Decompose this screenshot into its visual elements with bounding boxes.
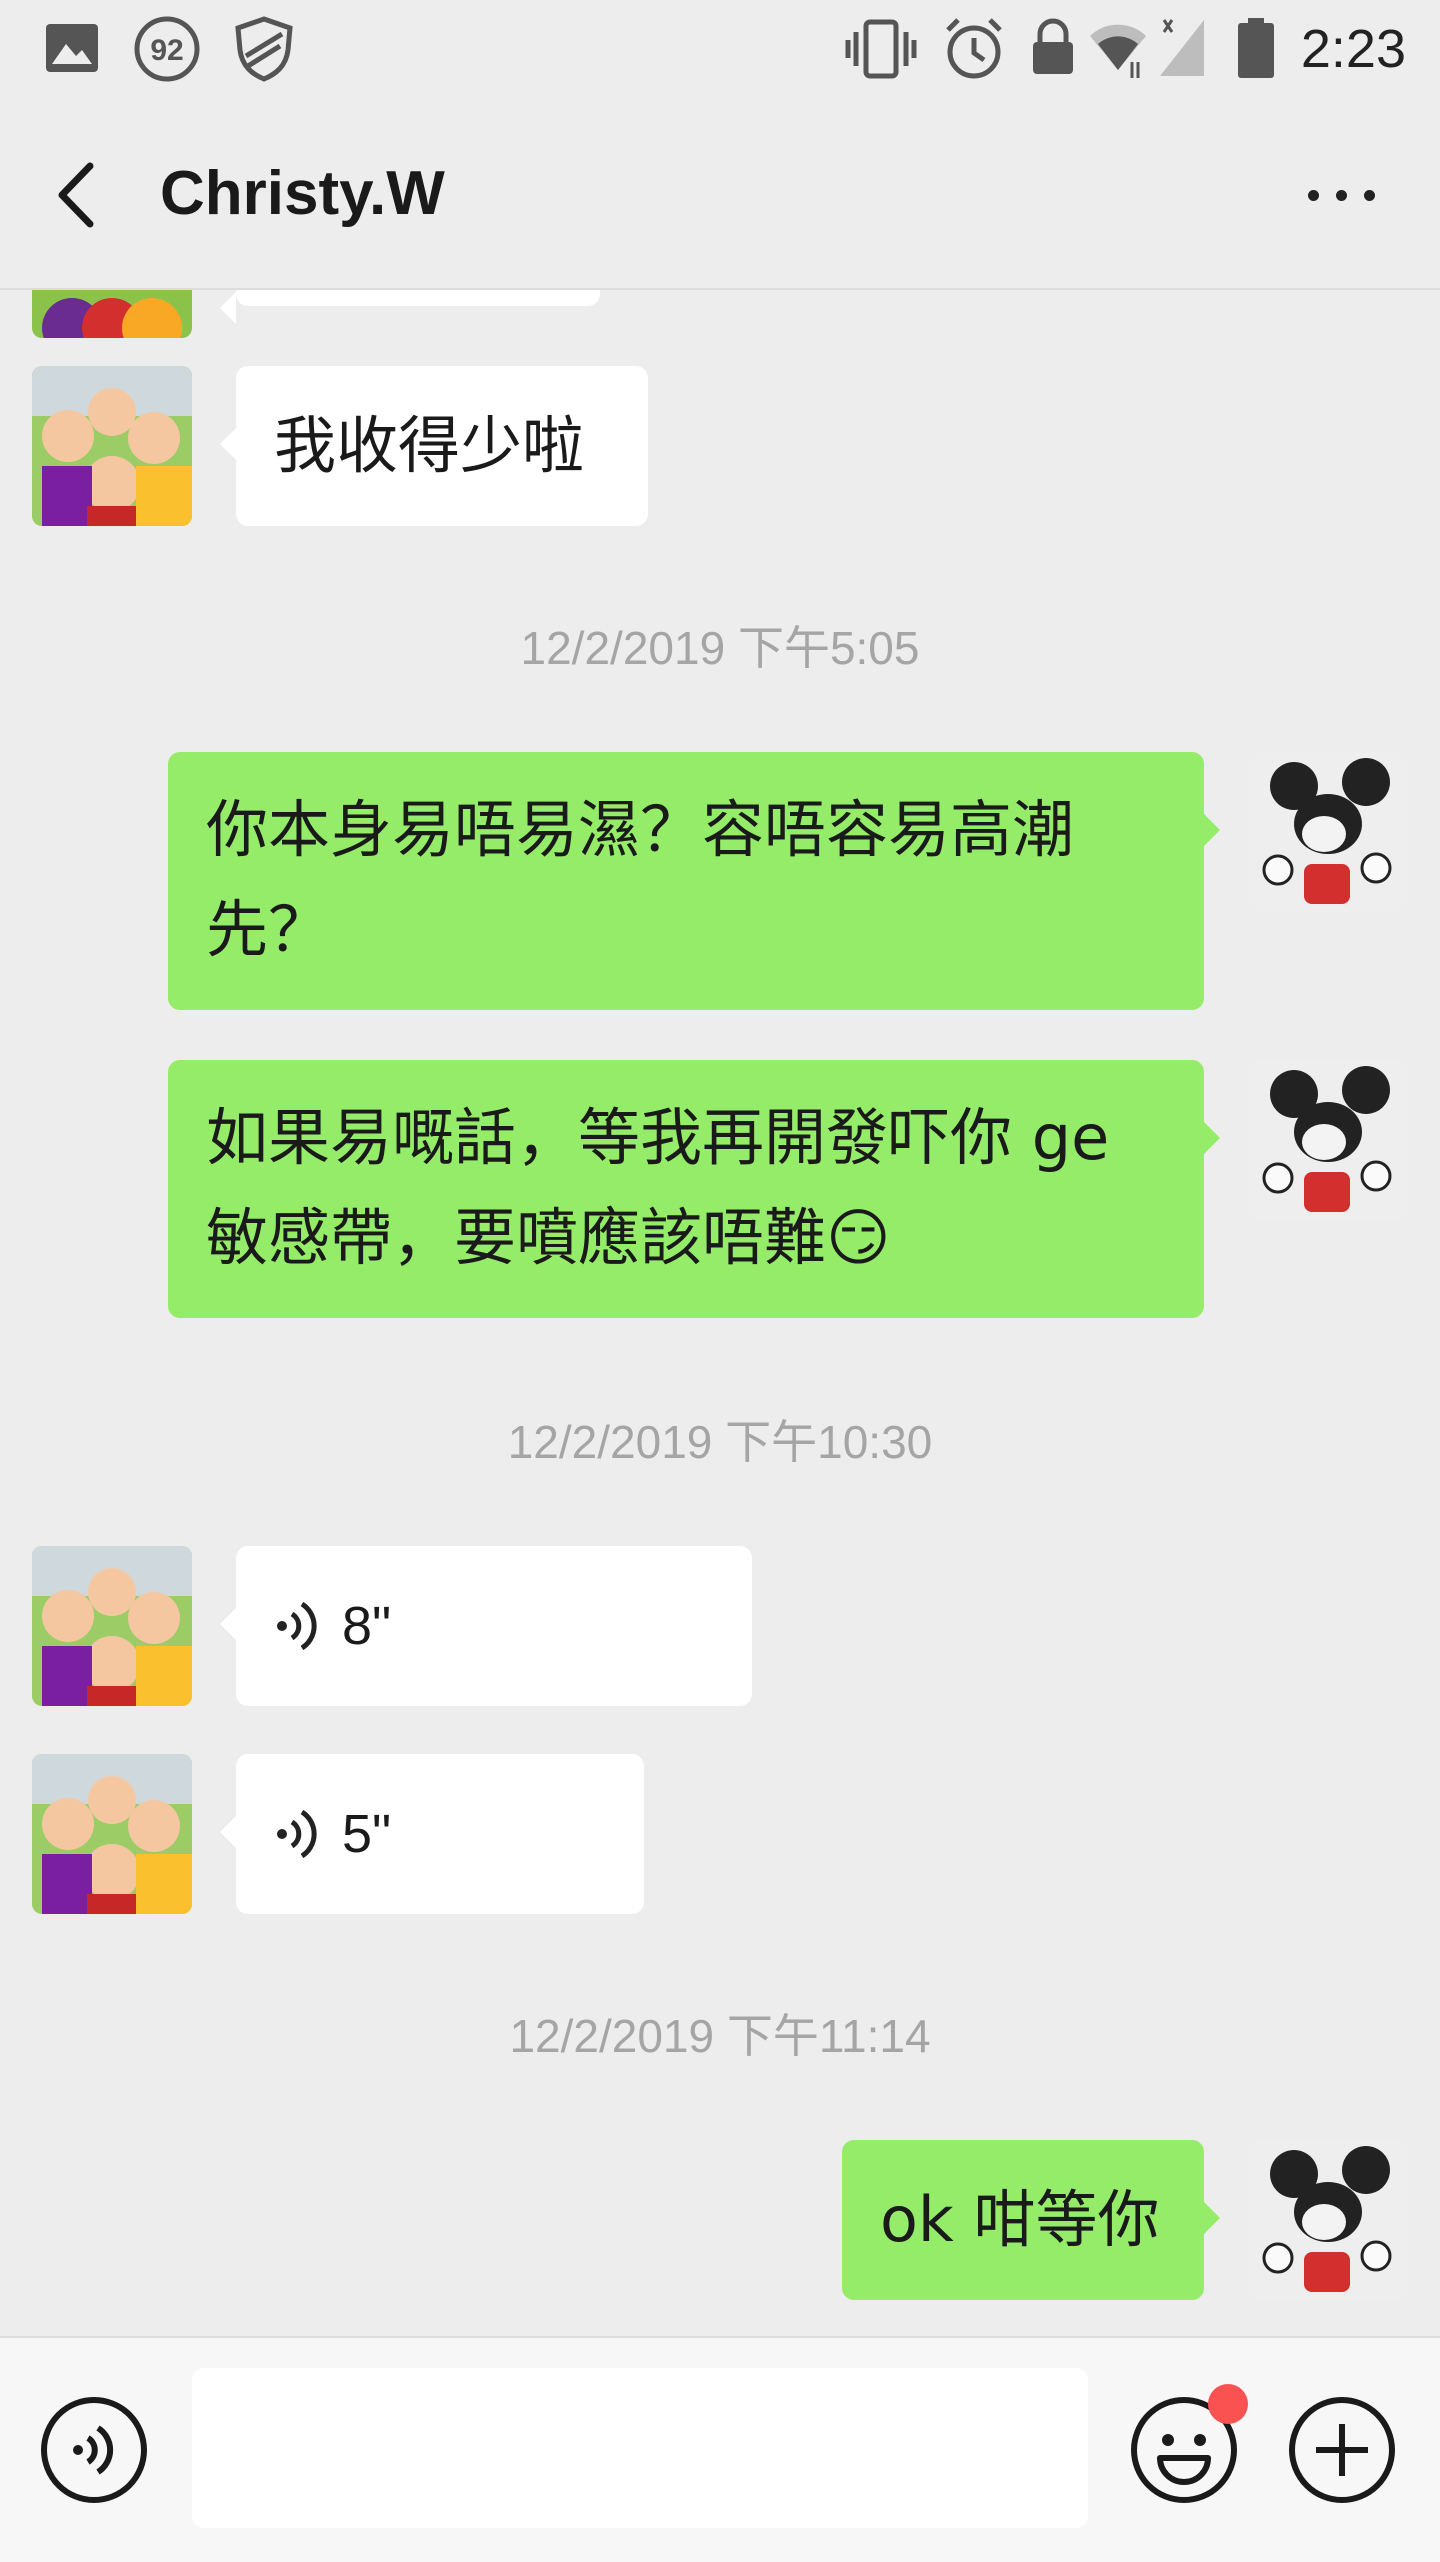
chat-header: Christy.W (0, 100, 1440, 290)
message-timestamp: 12/2/2019 下午11:14 (509, 2010, 931, 2062)
my-avatar[interactable] (1248, 752, 1408, 912)
vibrate-icon (845, 19, 917, 79)
more-options-button[interactable] (1302, 180, 1382, 210)
image-icon (46, 24, 98, 72)
signal-icon (1160, 19, 1204, 76)
status-bar: 92 2:23 (0, 0, 1440, 100)
contact-avatar[interactable] (32, 1546, 192, 1706)
message-text-line: 你本身易唔易濕？容唔容易高潮 (206, 793, 1075, 866)
dot-icon (1336, 190, 1347, 201)
lock-icon (1033, 18, 1073, 74)
battery-saver-icon: 92 (134, 16, 200, 82)
message-bubble[interactable]: 我收得少啦 (220, 366, 648, 526)
my-avatar[interactable] (1248, 1060, 1408, 1220)
message-timestamp: 12/2/2019 下午5:05 (520, 622, 920, 674)
message-bubble-partial[interactable] (220, 290, 600, 324)
battery-icon (1238, 18, 1274, 78)
message-bubble[interactable]: 如果易嘅話，等我再開發吓你 ge 敏感帶，要噴應該唔難😏 (168, 1060, 1220, 1318)
voice-wave-icon (277, 1809, 317, 1859)
wifi-icon (1090, 24, 1146, 78)
shield-icon (235, 16, 293, 82)
alarm-icon (946, 18, 1002, 79)
more-functions-button[interactable] (1288, 2396, 1396, 2504)
input-bar (0, 2336, 1440, 2562)
message-bubble[interactable]: 你本身易唔易濕？容唔容易高潮 先？ (168, 752, 1220, 1010)
voice-input-button[interactable] (40, 2396, 148, 2504)
message-list[interactable]: 我收得少啦 12/2/2019 下午5:05 你本身易唔易濕？容唔容易高潮 先？… (0, 290, 1440, 2335)
dot-icon (1308, 190, 1319, 201)
message-bubble[interactable]: ok 咁等你 (842, 2140, 1220, 2300)
chat-title: Christy.W (160, 159, 445, 228)
message-input[interactable] (192, 2368, 1088, 2528)
message-text-line: 先？ (206, 893, 331, 966)
message-text: ok 咁等你 (880, 2183, 1160, 2256)
back-button[interactable] (40, 150, 120, 240)
message-text-line: 敏感帶，要噴應該唔難😏 (206, 1201, 891, 1274)
voice-duration: 8" (342, 1596, 392, 1656)
voice-wave-icon (277, 1601, 317, 1651)
contact-avatar[interactable] (32, 290, 192, 338)
message-timestamp: 12/2/2019 下午10:30 (507, 1416, 933, 1468)
message-text-line: 如果易嘅話，等我再開發吓你 ge (206, 1101, 1110, 1174)
svg-text:92: 92 (150, 34, 183, 67)
status-time: 2:23 (1300, 19, 1406, 79)
contact-avatar[interactable] (32, 366, 192, 526)
voice-message-bubble[interactable]: 5" (220, 1754, 644, 1914)
voice-duration: 5" (342, 1804, 392, 1864)
dot-icon (1364, 190, 1375, 201)
message-text: 我收得少啦 (274, 409, 585, 482)
notification-dot (1208, 2384, 1248, 2424)
my-avatar[interactable] (1248, 2140, 1408, 2300)
contact-avatar[interactable] (32, 1754, 192, 1914)
voice-message-bubble[interactable]: 8" (220, 1546, 752, 1706)
